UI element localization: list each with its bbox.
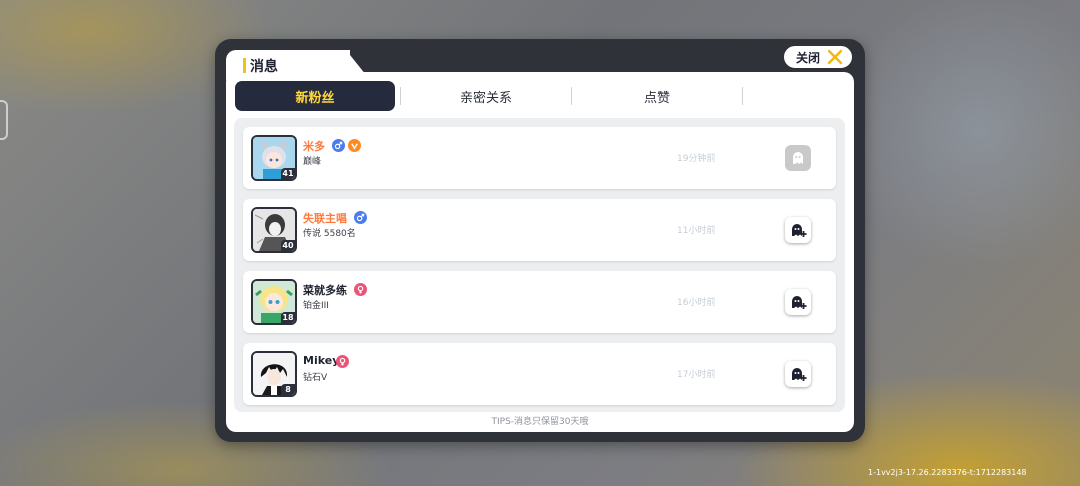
add-follow-icon (792, 368, 807, 381)
retention-tip: TIPS-消息只保留30天哦 (491, 417, 589, 427)
dialog-title: 消息 (250, 59, 278, 75)
add-follow-icon (792, 224, 807, 237)
follower-rank: 钻石V (303, 373, 328, 383)
title-accent-bar (243, 58, 246, 73)
follower-rank: 铂金III (303, 301, 329, 311)
followed-icon (793, 152, 803, 164)
female-icon (336, 355, 349, 368)
follow-time: 16小时前 (677, 298, 716, 308)
close-label: 关闭 (796, 50, 821, 65)
background-side-handle (0, 100, 8, 140)
follower-name: 失联主唱 (303, 212, 347, 225)
vip-icon (348, 139, 361, 152)
follower-row[interactable]: 41 米多 巅峰 19分钟前 (243, 127, 836, 189)
female-icon (354, 283, 367, 296)
level-badge: 41 (281, 168, 295, 179)
avatar[interactable]: 18 (251, 279, 297, 325)
tab-divider (571, 87, 572, 105)
tab-divider (742, 87, 743, 105)
follower-row[interactable]: 8 Mikey 钻石V 17小时前 (243, 343, 836, 405)
follower-rank: 传说 5580名 (303, 229, 356, 239)
build-id: 1-1vv2j3-17.26.2283376-t:1712283148 (868, 468, 1027, 477)
follower-row[interactable]: 18 菜就多练 铂金III 16小时前 (243, 271, 836, 333)
avatar[interactable]: 40 (251, 207, 297, 253)
add-follow-icon (792, 296, 807, 309)
tab-divider (400, 87, 401, 105)
tab-intimate[interactable]: 亲密关系 (406, 81, 566, 111)
follower-name: 米多 (303, 140, 325, 153)
close-button[interactable]: 关闭 (783, 45, 853, 69)
follower-name: 菜就多练 (303, 284, 347, 297)
follower-name: Mikey (303, 354, 340, 367)
follow-back-button[interactable] (785, 361, 811, 387)
level-badge: 40 (281, 240, 295, 251)
close-icon (827, 49, 843, 65)
followed-button[interactable] (785, 145, 811, 171)
follow-back-button[interactable] (785, 289, 811, 315)
follow-time: 19分钟前 (677, 154, 716, 164)
tab-new-fans[interactable]: 新粉丝 (235, 81, 395, 111)
follower-row[interactable]: 40 失联主唱 传说 5580名 11小时前 (243, 199, 836, 261)
level-badge: 8 (281, 384, 295, 395)
avatar[interactable]: 8 (251, 351, 297, 397)
level-badge: 18 (281, 312, 295, 323)
avatar[interactable]: 41 (251, 135, 297, 181)
follow-time: 11小时前 (677, 226, 716, 236)
male-icon (354, 211, 367, 224)
tab-likes[interactable]: 点赞 (577, 81, 737, 111)
follow-time: 17小时前 (677, 370, 716, 380)
follower-rank: 巅峰 (303, 157, 322, 167)
follow-back-button[interactable] (785, 217, 811, 243)
male-icon (332, 139, 345, 152)
